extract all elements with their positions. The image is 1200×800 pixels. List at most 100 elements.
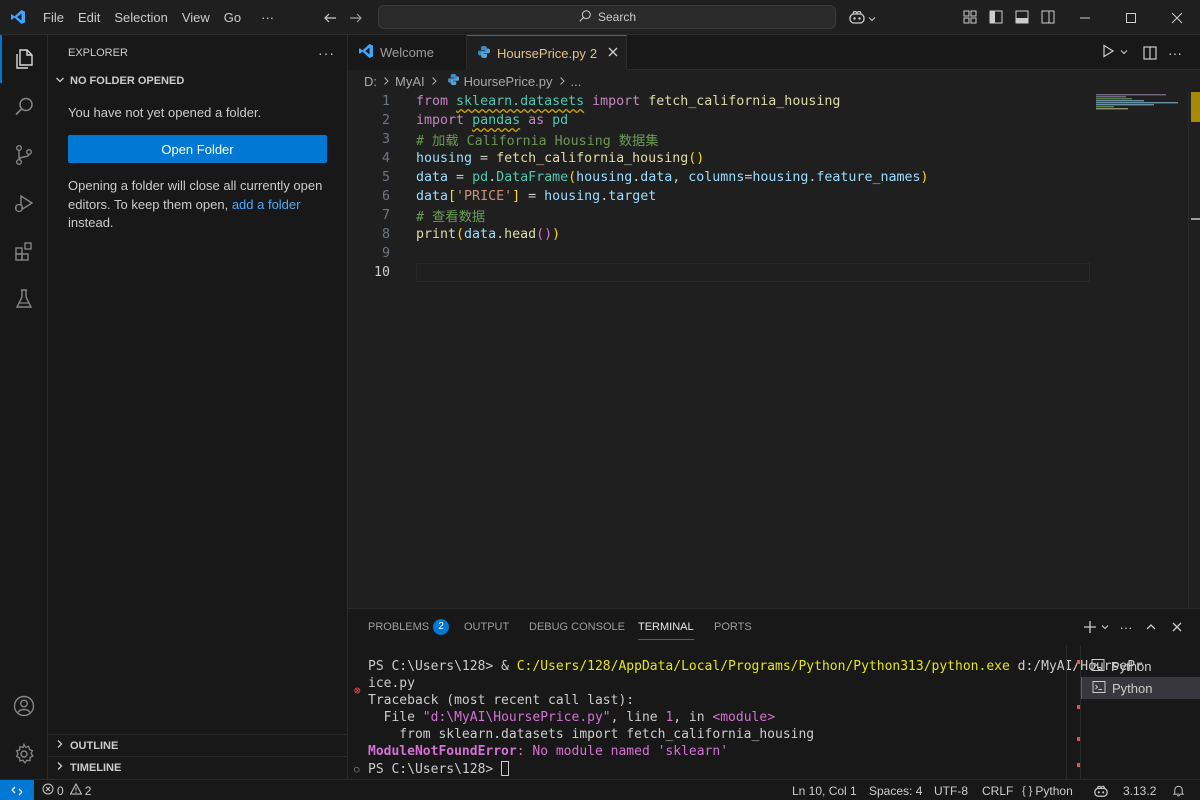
tab-label: TERMINAL	[638, 621, 694, 633]
tab-problems[interactable]: PROBLEMS 2	[368, 609, 450, 645]
problems-status-item[interactable]: 0 2	[42, 780, 91, 800]
terminal-list: Python Python	[1080, 645, 1200, 780]
add-folder-link[interactable]: add a folder	[232, 197, 301, 212]
forward-arrow-icon[interactable]	[346, 8, 366, 28]
breadcrumb-more[interactable]: ...	[571, 74, 582, 89]
code-line: 8 print(data.head())	[348, 225, 1090, 244]
toggle-primary-sidebar-icon[interactable]	[988, 9, 1004, 25]
terminal-name: Python	[1111, 658, 1152, 674]
warning-count: 2	[84, 783, 92, 798]
code-line: 9	[348, 244, 1090, 263]
explorer-icon[interactable]	[0, 35, 48, 83]
maximize-panel-chevron-up-icon[interactable]	[1143, 619, 1159, 635]
toggle-secondary-sidebar-icon[interactable]	[1040, 9, 1056, 25]
more-actions-button[interactable]: ···	[318, 45, 335, 61]
accounts-icon[interactable]	[0, 682, 48, 730]
close-window-icon[interactable]	[1154, 0, 1200, 35]
open-folder-button[interactable]: Open Folder	[68, 135, 327, 163]
no-folder-section-header[interactable]: NO FOLDER OPENED	[48, 70, 347, 92]
split-editor-icon[interactable]	[1142, 35, 1158, 70]
menu-selection[interactable]: Selection	[107, 0, 174, 35]
terminal-scrollbar[interactable]	[1066, 645, 1081, 780]
source-control-icon[interactable]	[0, 131, 48, 179]
run-debug-icon[interactable]	[0, 179, 48, 227]
error-icon	[42, 783, 54, 798]
editor-scrollbar[interactable]	[1188, 92, 1200, 608]
copilot-status-icon[interactable]	[1093, 780, 1109, 800]
code-editor[interactable]: 1 from sklearn.datasets import fetch_cal…	[348, 92, 1200, 608]
tab-label: Welcome	[380, 45, 434, 60]
settings-gear-icon[interactable]	[0, 730, 48, 778]
tab-problem-count: 2	[589, 45, 598, 61]
terminal-instance-item[interactable]: Python	[1081, 655, 1200, 677]
cursor-position[interactable]: Ln 10, Col 1	[792, 780, 857, 800]
title-bar: File Edit Selection View Go ··· Search	[0, 0, 1200, 35]
run-python-button[interactable]	[1100, 35, 1129, 70]
language-mode[interactable]: { } Python	[1022, 780, 1073, 800]
notifications-bell-icon[interactable]	[1172, 780, 1185, 800]
python-file-icon	[477, 45, 491, 62]
terminal-line: from sklearn.datasets import fetch_calif…	[368, 727, 815, 742]
testing-flask-icon[interactable]	[0, 275, 48, 323]
tab-terminal[interactable]: TERMINAL	[638, 609, 694, 645]
warning-icon	[69, 782, 83, 798]
tab-ports[interactable]: PORTS	[714, 609, 752, 645]
tab-label: OUTPUT	[464, 621, 510, 633]
no-folder-message: You have not yet opened a folder.	[68, 105, 262, 120]
vscode-logo-icon	[358, 43, 374, 62]
breadcrumb-folder[interactable]: MyAI	[395, 74, 425, 89]
command-center-search[interactable]: Search	[378, 5, 836, 29]
note-text-after: instead.	[68, 215, 114, 230]
play-icon	[1100, 43, 1116, 62]
minimap[interactable]	[1096, 92, 1196, 132]
line-content: print(data.head())	[416, 227, 561, 242]
menu-view[interactable]: View	[175, 0, 217, 35]
menu-go[interactable]: Go	[217, 0, 248, 35]
chevron-right-icon	[429, 74, 439, 89]
code-line: 4 housing = fetch_california_housing()	[348, 149, 1090, 168]
remote-indicator-button[interactable]	[0, 780, 34, 800]
line-content: data = pd.DataFrame(housing.data, column…	[416, 170, 929, 185]
chevron-down-icon[interactable]	[1097, 619, 1113, 635]
extensions-icon[interactable]	[0, 227, 48, 275]
search-view-icon[interactable]	[0, 83, 48, 131]
tab-output[interactable]: OUTPUT	[464, 609, 509, 645]
search-icon	[578, 9, 592, 26]
tab-debug-console[interactable]: DEBUG CONSOLE	[529, 609, 625, 645]
bottom-panel: PROBLEMS 2 OUTPUT DEBUG CONSOLE TERMINAL…	[348, 608, 1200, 780]
new-terminal-plus-icon[interactable]	[1082, 619, 1098, 635]
python-interpreter-version[interactable]: 3.13.2	[1123, 780, 1156, 800]
menu-edit[interactable]: Edit	[71, 0, 107, 35]
close-panel-icon[interactable]	[1169, 619, 1185, 635]
breadcrumb-file[interactable]: HoursePrice.py	[464, 74, 553, 89]
copilot-button[interactable]	[848, 8, 876, 28]
open-folder-note: Opening a folder will close all currentl…	[48, 163, 347, 233]
terminal-line: File "d:\MyAI\HoursePrice.py", line 1, i…	[368, 710, 776, 725]
customize-layout-icon[interactable]	[962, 9, 978, 25]
panel-more-actions-button[interactable]: ···	[1118, 619, 1134, 635]
menu-more[interactable]: ···	[254, 0, 281, 35]
tab-welcome[interactable]: Welcome	[348, 35, 467, 70]
close-tab-icon[interactable]	[607, 46, 619, 61]
terminal-icon	[1091, 658, 1105, 675]
indentation[interactable]: Spaces: 4	[869, 780, 922, 800]
maximize-icon[interactable]	[1108, 0, 1154, 35]
editor-more-actions-button[interactable]: ···	[1168, 35, 1182, 70]
terminal-name: Python	[1112, 680, 1153, 696]
outline-section-header[interactable]: OUTLINE	[48, 734, 347, 756]
back-arrow-icon[interactable]	[320, 8, 340, 28]
breadcrumb-drive[interactable]: D:	[364, 74, 377, 89]
minimize-icon[interactable]	[1062, 0, 1108, 35]
timeline-section-header[interactable]: TIMELINE	[48, 756, 347, 778]
end-of-line[interactable]: CRLF	[982, 780, 1013, 800]
terminal-output[interactable]: ⊗ PS C:\Users\128> & C:/Users/128/AppDat…	[348, 657, 1143, 779]
menu-file[interactable]: File	[36, 0, 71, 35]
toggle-panel-icon[interactable]	[1014, 9, 1030, 25]
copilot-icon	[848, 9, 866, 28]
code-line: 10	[348, 263, 1090, 282]
outline-title: OUTLINE	[70, 739, 119, 752]
tab-hourseprice[interactable]: HoursePrice.py 2	[467, 35, 627, 70]
encoding[interactable]: UTF-8	[934, 780, 968, 800]
terminal-instance-item[interactable]: Python	[1081, 677, 1200, 699]
line-number: 6	[381, 189, 390, 204]
